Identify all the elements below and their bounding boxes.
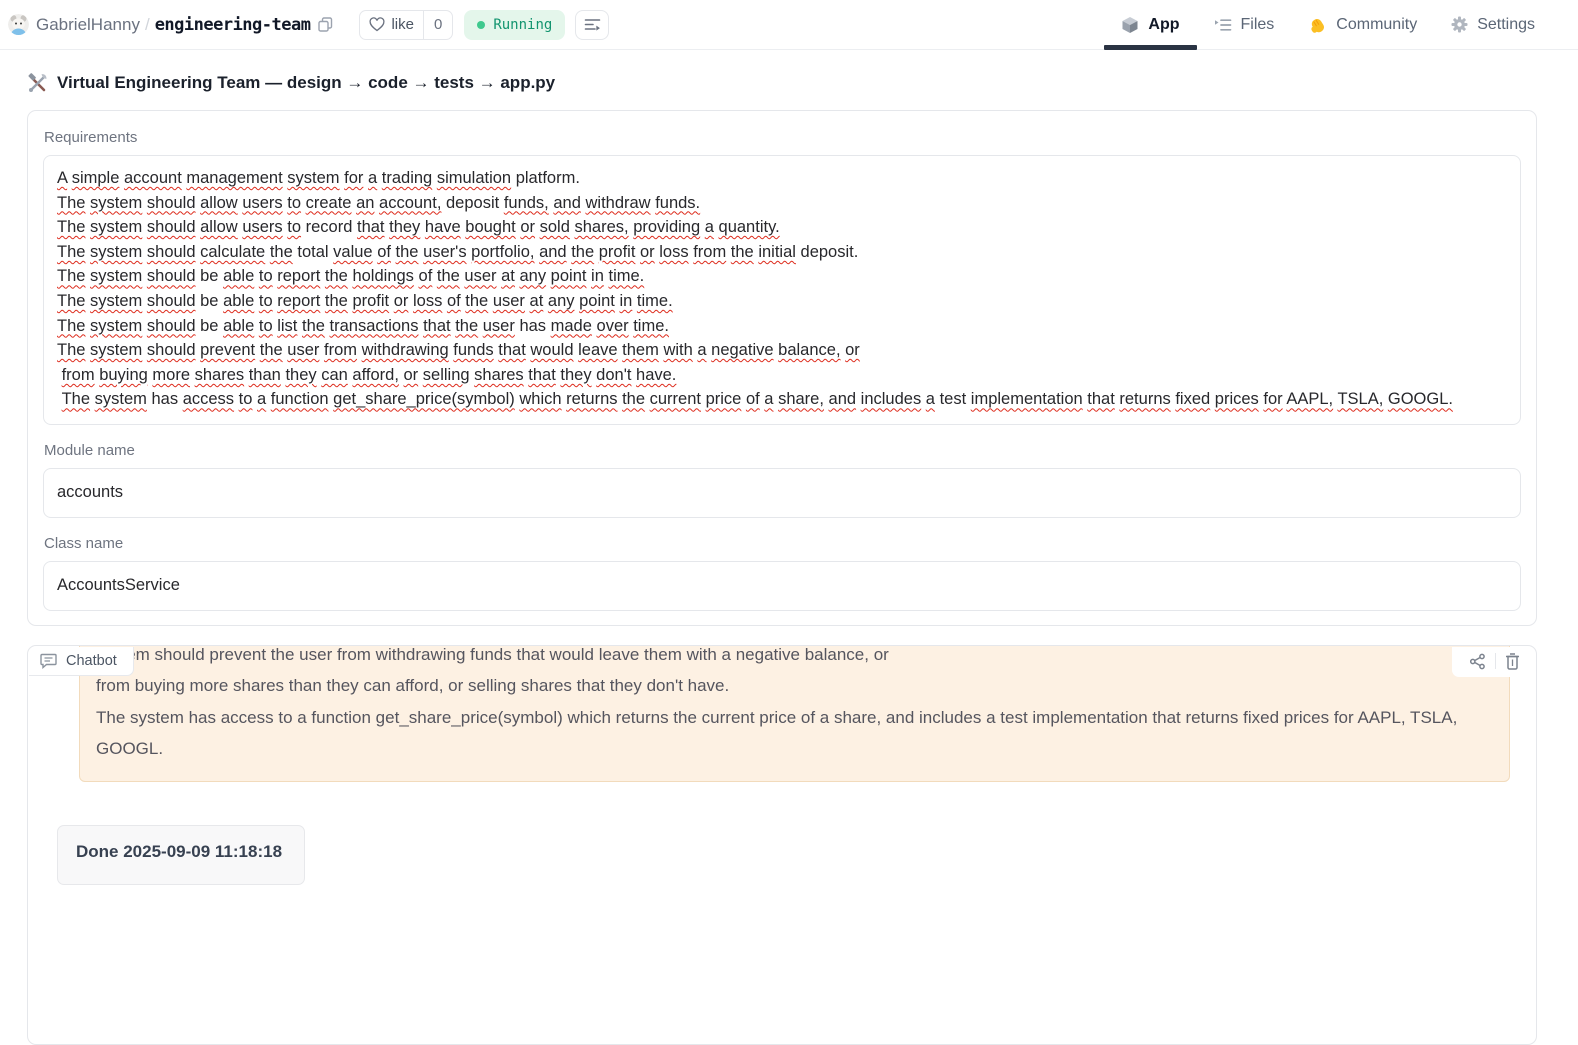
requirements-textarea[interactable]: A simple account management system for a… bbox=[43, 155, 1521, 425]
app-main: Virtual Engineering Team — design → code… bbox=[0, 73, 1578, 1045]
chatbot-panel: Chatbot bbox=[27, 645, 1537, 1045]
page-title-text: Virtual Engineering Team — design → code… bbox=[57, 73, 555, 93]
status-badge[interactable]: Running bbox=[464, 10, 565, 40]
logs-icon bbox=[584, 17, 601, 32]
module-name-input[interactable] bbox=[43, 468, 1521, 518]
user-avatar[interactable] bbox=[8, 14, 29, 35]
like-label: like bbox=[391, 16, 414, 33]
like-count[interactable]: 0 bbox=[423, 11, 452, 39]
tab-app-label: App bbox=[1148, 16, 1179, 34]
tab-settings[interactable]: Settings bbox=[1434, 0, 1552, 49]
top-navbar: GabrielHanny / engineering-team like 0 R… bbox=[0, 0, 1578, 50]
user-avatar-icon bbox=[8, 14, 29, 35]
actions-divider bbox=[1495, 653, 1496, 669]
copy-icon[interactable] bbox=[318, 17, 333, 32]
chatbot-actions bbox=[1452, 647, 1535, 677]
chat-bubble-icon bbox=[40, 653, 57, 669]
breadcrumb-separator: / bbox=[145, 15, 150, 35]
module-name-label: Module name bbox=[44, 442, 1521, 459]
chat-bot-message: Done 2025-09-09 11:18:18 bbox=[57, 825, 305, 885]
space-name-link[interactable]: engineering-team bbox=[155, 15, 311, 35]
page-title: Virtual Engineering Team — design → code… bbox=[27, 73, 1537, 93]
class-name-label: Class name bbox=[44, 535, 1521, 552]
tab-files[interactable]: Files bbox=[1197, 0, 1292, 49]
tab-settings-label: Settings bbox=[1477, 16, 1535, 34]
trash-icon[interactable] bbox=[1500, 653, 1525, 670]
hammer-wrench-icon bbox=[27, 73, 48, 93]
status-dot-icon bbox=[477, 21, 485, 29]
chat-user-message: system should prevent the user from with… bbox=[79, 646, 1510, 782]
logs-button[interactable] bbox=[575, 10, 609, 40]
nav-tabs: App Files Community bbox=[1104, 0, 1552, 49]
class-name-input[interactable] bbox=[43, 561, 1521, 611]
tab-community[interactable]: Community bbox=[1291, 0, 1434, 49]
files-icon bbox=[1214, 17, 1232, 33]
chat-scroll-area[interactable]: system should prevent the user from with… bbox=[28, 646, 1536, 1044]
tab-community-label: Community bbox=[1336, 16, 1417, 34]
settings-form-panel: Requirements A simple account management… bbox=[27, 110, 1537, 626]
owner-link[interactable]: GabrielHanny bbox=[36, 15, 140, 35]
status-label: Running bbox=[493, 17, 552, 33]
chatbot-label: Chatbot bbox=[29, 647, 134, 676]
tab-app[interactable]: App bbox=[1104, 0, 1196, 49]
wave-icon bbox=[1308, 16, 1327, 34]
like-button[interactable]: like 0 bbox=[359, 10, 453, 40]
share-icon[interactable] bbox=[1464, 653, 1491, 670]
requirements-label: Requirements bbox=[44, 129, 1521, 146]
heart-icon bbox=[369, 17, 385, 32]
cube-icon bbox=[1121, 16, 1139, 34]
tab-files-label: Files bbox=[1241, 16, 1275, 34]
gear-icon bbox=[1451, 16, 1468, 33]
chatbot-label-text: Chatbot bbox=[66, 653, 117, 669]
